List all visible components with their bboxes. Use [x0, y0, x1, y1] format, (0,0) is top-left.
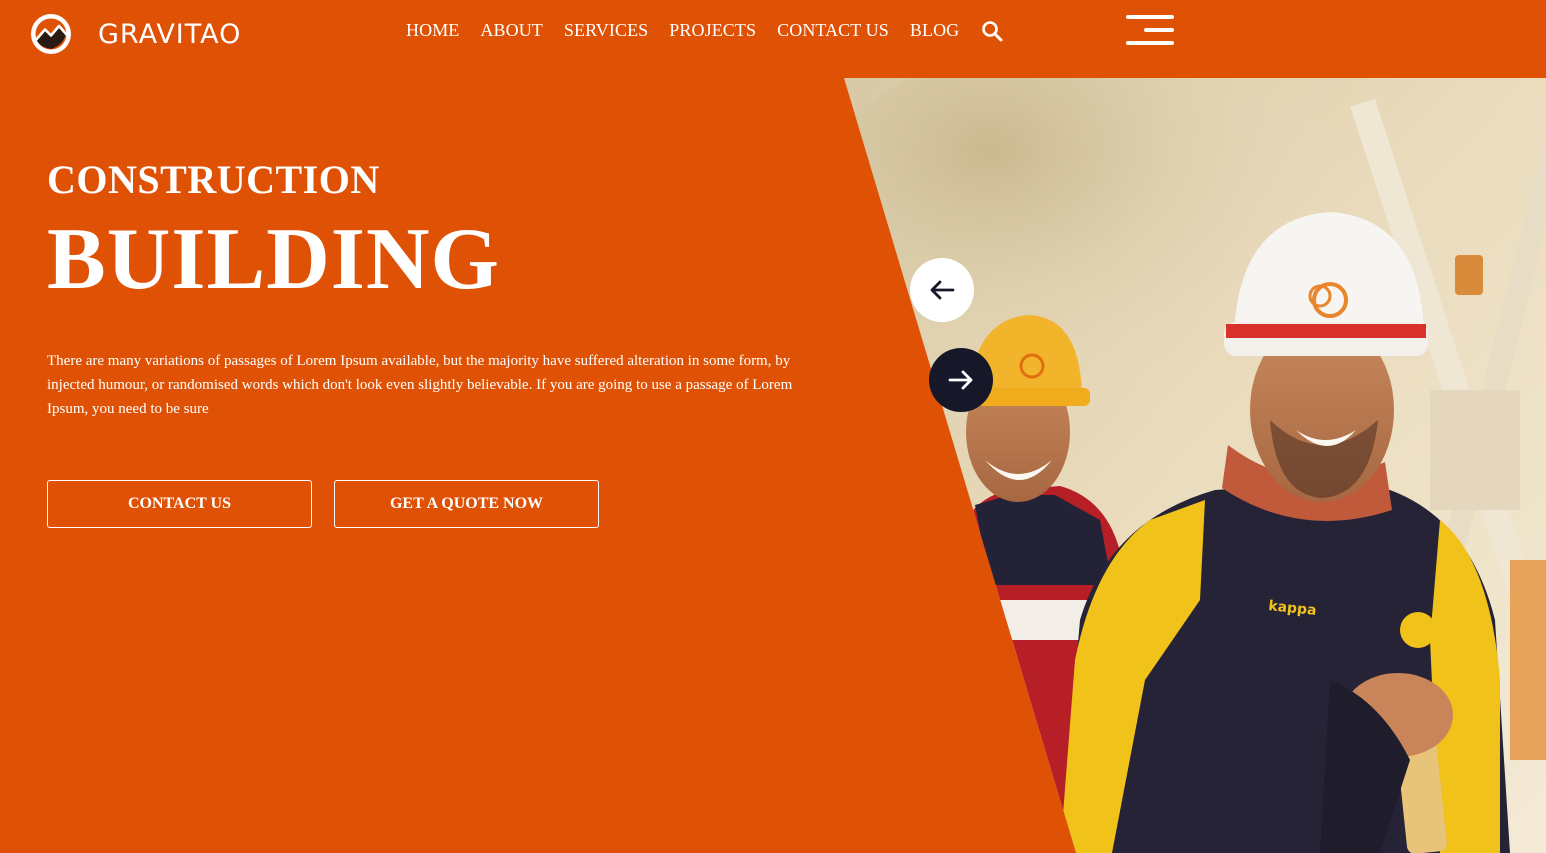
hero-photo: kappa	[844, 78, 1546, 853]
worker-photo: kappa	[844, 78, 1546, 853]
main-nav: HOME ABOUT SERVICES PROJECTS CONTACT US …	[406, 17, 1004, 43]
search-icon[interactable]	[980, 19, 1004, 43]
hero-title: BUILDING	[47, 211, 500, 308]
get-quote-button[interactable]: GET A QUOTE NOW	[334, 480, 599, 528]
site-header: GRAVITAO HOME ABOUT SERVICES PROJECTS CO…	[0, 0, 1546, 78]
brand-name: GRAVITAO	[98, 18, 242, 50]
mountain-logo-icon	[31, 14, 71, 54]
brand[interactable]: GRAVITAO	[28, 11, 241, 57]
nav-item-home[interactable]: HOME	[406, 20, 459, 41]
contact-us-button[interactable]: CONTACT US	[47, 480, 312, 528]
hero-kicker: CONSTRUCTION	[47, 157, 380, 202]
slider-prev-button[interactable]	[910, 258, 974, 322]
hamburger-menu-icon[interactable]	[1126, 15, 1174, 46]
nav-item-services[interactable]: SERVICES	[564, 20, 648, 41]
arrow-right-icon	[948, 370, 973, 390]
nav-item-blog[interactable]: BLOG	[910, 20, 959, 41]
hero-heading: CONSTRUCTION BUILDING	[47, 150, 807, 310]
nav-item-about[interactable]: ABOUT	[480, 20, 543, 41]
nav-item-contact-us[interactable]: CONTACT US	[777, 20, 889, 41]
slider-next-button[interactable]	[929, 348, 993, 412]
hero-description: There are many variations of passages of…	[47, 353, 793, 417]
nav-item-projects[interactable]: PROJECTS	[669, 20, 756, 41]
arrow-left-icon	[930, 280, 955, 300]
